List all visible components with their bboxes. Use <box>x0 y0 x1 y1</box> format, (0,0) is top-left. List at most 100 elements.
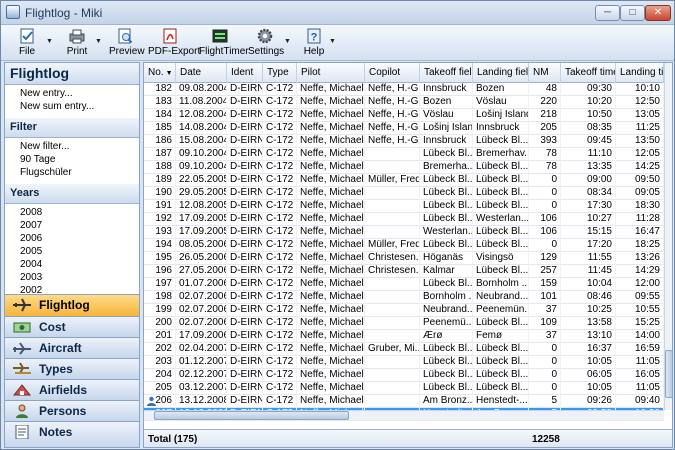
column-header-nm[interactable]: NM <box>529 63 561 83</box>
year-item-2007[interactable]: 2007 <box>5 219 139 232</box>
cell-takeoff-time: 08:35 <box>561 122 616 135</box>
help-button[interactable]: ? Help ▼ <box>301 26 336 60</box>
table-row[interactable]: 19902.07.2006D-EIRNC-172Neffe, Michael J… <box>144 304 664 317</box>
cell-landing-field: Henstedt-... <box>473 395 529 408</box>
minimize-button[interactable]: ─ <box>595 5 620 21</box>
column-header-type[interactable]: Type <box>263 63 297 83</box>
horizontal-scroll-thumb[interactable] <box>154 411 349 420</box>
table-row[interactable]: 19217.09.2005D-EIRNC-172Neffe, Michael J… <box>144 213 664 226</box>
cell-landing-time: 14:00 <box>616 330 664 343</box>
table-row[interactable]: 20002.07.2006D-EIRNC-172Neffe, Michael J… <box>144 317 664 330</box>
settings-button[interactable]: Settings ▼ <box>248 26 291 60</box>
column-header-takeoff-field[interactable]: Takeoff field <box>420 63 473 83</box>
column-header-date[interactable]: Date <box>176 63 227 83</box>
cell-no: 184 <box>144 109 176 122</box>
nav-flightlog[interactable]: Flightlog <box>5 294 139 316</box>
year-item-2003[interactable]: 2003 <box>5 271 139 284</box>
cell-takeoff-time: 13:10 <box>561 330 616 343</box>
preview-button[interactable]: Preview <box>109 26 145 60</box>
year-item-2008[interactable]: 2008 <box>5 206 139 219</box>
flight-timer-button[interactable]: FlightTimer <box>199 26 249 60</box>
cell-nm: 106 <box>529 213 561 226</box>
cell-landing-field: Visingsö <box>473 252 529 265</box>
table-row[interactable]: 18311.08.2004D-EIRNC-172Neffe, Michael J… <box>144 96 664 109</box>
cell-ident: D-EIRN <box>227 330 263 343</box>
table-row[interactable]: 19029.05.2005D-EIRNC-172Neffe, Michael J… <box>144 187 664 200</box>
table-row[interactable]: 20402.12.2007D-EIRNC-172Neffe, Michael J… <box>144 369 664 382</box>
table-row[interactable]: 20202.04.2007D-EIRNC-172Neffe, Michael J… <box>144 343 664 356</box>
table-row[interactable]: 18514.08.2004D-EIRNC-172Neffe, Michael J… <box>144 122 664 135</box>
new-entry-link[interactable]: New entry... <box>5 87 139 100</box>
total-nm: 12258 <box>532 434 560 445</box>
cell-pilot: Neffe, Michael J. <box>297 174 365 187</box>
pdf-export-button[interactable]: PDF-Export <box>148 26 200 60</box>
cell-landing-time: 15:25 <box>616 317 664 330</box>
cell-type: C-172 <box>263 239 297 252</box>
vertical-scroll-thumb[interactable] <box>665 350 672 398</box>
vertical-scrollbar[interactable] <box>664 63 672 410</box>
file-dropdown-icon[interactable]: ▼ <box>46 38 53 45</box>
cell-takeoff-time: 13:58 <box>561 317 616 330</box>
nav-types-label: Types <box>39 362 73 376</box>
cell-takeoff-field: Am Bronz... <box>420 395 473 408</box>
column-header-no[interactable]: No. ▼ <box>144 63 176 83</box>
column-header-landing-time[interactable]: Landing time <box>616 63 664 83</box>
year-item-2005[interactable]: 2005 <box>5 245 139 258</box>
nav-aircraft[interactable]: Aircraft <box>5 337 139 358</box>
cell-pilot: Neffe, Michael J. <box>297 317 365 330</box>
nav-airfields[interactable]: Airfields <box>5 379 139 400</box>
cell-landing-field: Vöslau <box>473 96 529 109</box>
filter-item-flugschueler[interactable]: Flugschüler <box>5 166 139 179</box>
table-row[interactable]: 19408.05.2006D-EIRNC-172Neffe, Michael J… <box>144 239 664 252</box>
table-row[interactable]: 18615.08.2004D-EIRNC-172Neffe, Michael J… <box>144 135 664 148</box>
cell-landing-field: Lübeck Bl... <box>473 369 529 382</box>
print-dropdown-icon[interactable]: ▼ <box>95 38 102 45</box>
cell-ident: D-EIRN <box>227 317 263 330</box>
table-row[interactable]: 20613.12.2008D-EIRNC-172Neffe, Michael J… <box>144 395 664 408</box>
nav-persons[interactable]: Persons <box>5 400 139 421</box>
cell-no: 191 <box>144 200 176 213</box>
year-item-2006[interactable]: 2006 <box>5 232 139 245</box>
table-row[interactable]: 18209.08.2004D-EIRNC-172Neffe, Michael J… <box>144 83 664 96</box>
column-header-takeoff-time[interactable]: Takeoff time <box>561 63 616 83</box>
table-row[interactable]: 19627.05.2006D-EIRNC-172Neffe, Michael J… <box>144 265 664 278</box>
filter-item-new[interactable]: New filter... <box>5 140 139 153</box>
table-row[interactable]: 18922.05.2005D-EIRNC-172Neffe, Michael J… <box>144 174 664 187</box>
column-header-pilot[interactable]: Pilot <box>297 63 365 83</box>
cell-ident: D-EIRN <box>227 343 263 356</box>
table-row[interactable]: 19112.08.2005D-EIRNC-172Neffe, Michael J… <box>144 200 664 213</box>
filter-item-90-tage[interactable]: 90 Tage <box>5 153 139 166</box>
column-header-ident[interactable]: Ident <box>227 63 263 83</box>
help-dropdown-icon[interactable]: ▼ <box>329 38 336 45</box>
horizontal-scrollbar[interactable] <box>144 410 664 420</box>
table-row[interactable]: 20503.12.2007D-EIRNC-172Neffe, Michael J… <box>144 382 664 395</box>
cell-nm: 78 <box>529 148 561 161</box>
maximize-button[interactable]: □ <box>620 5 645 21</box>
table-row[interactable]: 20117.09.2006D-EIRNC-172Neffe, Michael J… <box>144 330 664 343</box>
cell-ident: D-EIRN <box>227 135 263 148</box>
print-button[interactable]: Print ▼ <box>61 26 102 60</box>
table-row[interactable]: 18412.08.2004D-EIRNC-172Neffe, Michael J… <box>144 109 664 122</box>
year-item-2004[interactable]: 2004 <box>5 258 139 271</box>
table-row[interactable]: 20301.12.2007D-EIRNC-172Neffe, Michael J… <box>144 356 664 369</box>
close-button[interactable]: ✕ <box>645 5 671 21</box>
table-row[interactable]: 19317.09.2005D-EIRNC-172Neffe, Michael J… <box>144 226 664 239</box>
nav-notes[interactable]: Notes <box>5 421 139 447</box>
file-button[interactable]: File ▼ <box>9 26 53 60</box>
settings-dropdown-icon[interactable]: ▼ <box>284 38 291 45</box>
table-row[interactable]: 18809.10.2004D-EIRNC-172Neffe, Michael J… <box>144 161 664 174</box>
cell-takeoff-field: Vöslau <box>420 109 473 122</box>
table-row[interactable]: 19802.07.2006D-EIRNC-172Neffe, Michael J… <box>144 291 664 304</box>
cell-date: 12.08.2004 <box>176 109 227 122</box>
table-row[interactable]: 18709.10.2004D-EIRNC-172Neffe, Michael J… <box>144 148 664 161</box>
new-sum-entry-link[interactable]: New sum entry... <box>5 100 139 113</box>
table-row[interactable]: 19526.05.2006D-EIRNC-172Neffe, Michael J… <box>144 252 664 265</box>
column-header-label: NM <box>533 67 549 78</box>
cell-type: C-172 <box>263 252 297 265</box>
column-header-landing-field[interactable]: Landing field <box>473 63 529 83</box>
table-row[interactable]: 19701.07.2006D-EIRNC-172Neffe, Michael J… <box>144 278 664 291</box>
column-header-copilot[interactable]: Copilot <box>365 63 420 83</box>
nav-cost[interactable]: Cost <box>5 316 139 337</box>
cell-takeoff-field: Lübeck Bl... <box>420 369 473 382</box>
nav-types[interactable]: Types <box>5 358 139 379</box>
